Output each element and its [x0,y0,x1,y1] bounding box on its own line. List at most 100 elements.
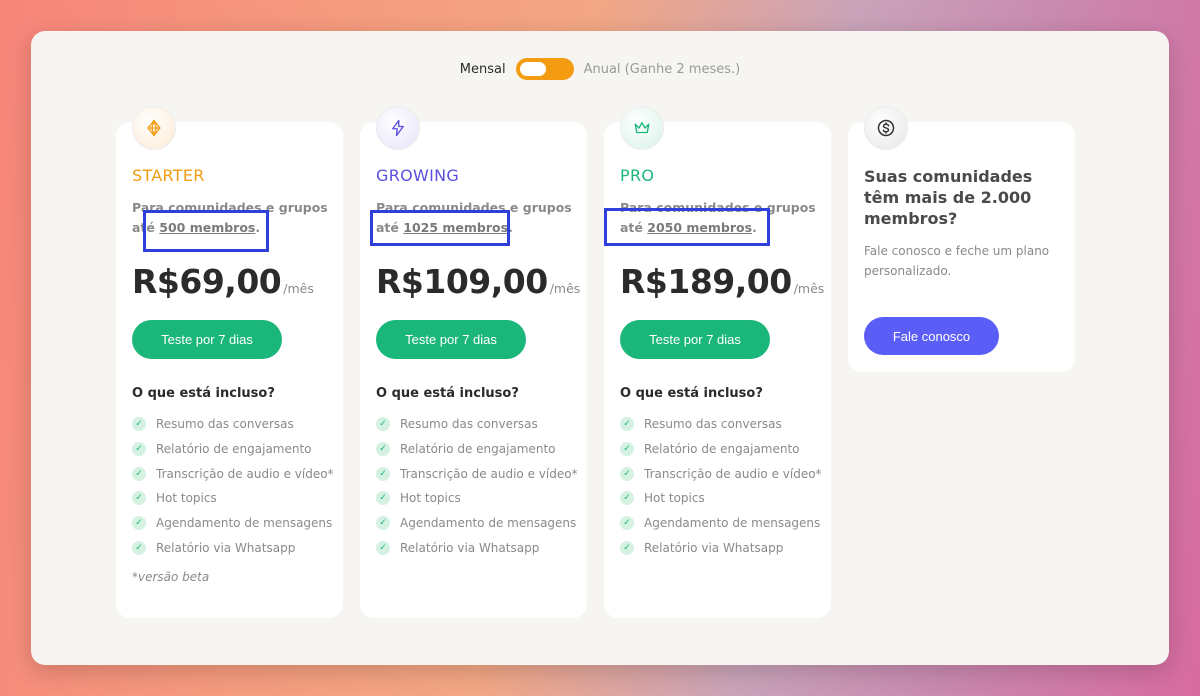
check-icon: ✓ [376,466,390,481]
feature-label: Relatório de engajamento [644,442,800,457]
check-icon: ✓ [620,442,634,457]
billing-toggle-row: Mensal Anual (Ganhe 2 meses.) [0,58,1200,80]
included-title: O que está incluso? [132,386,275,401]
feature-list: ✓ Resumo das conversas ✓ Relatório de enga… [620,412,822,560]
crown-icon [620,106,664,150]
feature-label: Resumo das conversas [156,417,294,432]
plan-description-suffix: . [752,220,757,235]
plan-name: PRO [620,166,655,185]
trial-button[interactable]: Teste por 7 dias [620,320,770,359]
plan-name: STARTER [132,166,205,185]
price-period: /mês [283,281,314,296]
check-icon: ✓ [620,466,634,481]
feature-label: Hot topics [400,491,461,506]
check-icon: ✓ [132,516,146,531]
check-icon: ✓ [376,417,390,432]
feature-label: Agendamento de mensagens [644,516,821,531]
list-item: ✓ Relatório de engajamento [132,437,334,462]
plan-card-starter: STARTER Para comunidades e grupos até 50… [116,106,343,618]
annual-label[interactable]: Anual (Ganhe 2 meses.) [584,62,741,77]
plan-name: GROWING [376,166,460,185]
toggle-knob [519,62,546,76]
members-link[interactable]: 500 membros [159,220,255,235]
list-item: ✓ Relatório de engajamento [620,437,822,462]
plan-card-pro: PRO Para comunidades e grupos até 2050 m… [604,106,831,618]
feature-label: Relatório via Whatsapp [400,540,540,555]
list-item: ✓ Relatório de engajamento [376,437,578,462]
feature-label: Relatório via Whatsapp [156,540,296,555]
check-icon: ✓ [132,466,146,481]
diamond-icon [132,106,176,150]
check-icon: ✓ [132,491,146,506]
list-item: ✓ Transcrição de audio e vídeo* [620,461,822,486]
feature-label: Resumo das conversas [644,417,782,432]
plan-price: R$69,00 /mês [132,262,314,301]
feature-label: Relatório de engajamento [400,442,556,457]
list-item: ✓ Resumo das conversas [376,412,578,437]
included-title: O que está incluso? [620,386,763,401]
plan-description-suffix: . [508,220,513,235]
feature-label: Hot topics [644,491,705,506]
check-icon: ✓ [376,491,390,506]
price-period: /mês [549,281,581,296]
enterprise-card: Suas comunidades têm mais de 2.000 membr… [848,106,1075,372]
feature-label: Agendamento de mensagens [400,516,577,531]
check-icon: ✓ [376,442,390,457]
check-icon: ✓ [620,540,634,555]
plan-description-suffix: . [255,220,261,235]
plan-description: Para comunidades e grupos até 2050 membr… [620,198,820,238]
check-icon: ✓ [132,417,146,432]
feature-label: Relatório de engajamento [156,442,312,457]
check-icon: ✓ [620,516,634,531]
check-icon: ✓ [376,516,390,531]
feature-label: Resumo das conversas [400,417,538,432]
trial-button[interactable]: Teste por 7 dias [376,320,526,359]
billing-toggle-switch[interactable] [515,58,574,80]
list-item: ✓ Agendamento de mensagens [620,511,822,536]
feature-list: ✓ Resumo das conversas ✓ Relatório de enga… [132,412,334,560]
included-title: O que está incluso? [376,386,519,401]
list-item: ✓ Hot topics [620,486,822,511]
list-item: ✓ Transcrição de audio e vídeo* [376,461,578,486]
list-item: ✓ Hot topics [376,486,578,511]
list-item: ✓ Transcrição de audio e vídeo* [132,461,334,486]
members-link[interactable]: 1025 membros [403,220,508,235]
feature-label: Transcrição de audio e vídeo* [400,466,578,481]
plan-description: Para comunidades e grupos até 500 membro… [132,198,332,238]
price-amount: R$109,00 [376,262,548,301]
members-link[interactable]: 2050 membros [647,220,752,235]
price-amount: R$69,00 [132,262,282,301]
list-item: ✓ Relatório via Whatsapp [132,535,334,560]
list-item: ✓ Relatório via Whatsapp [376,535,578,560]
price-amount: R$189,00 [620,262,792,301]
dollar-coin-icon [864,106,908,150]
feature-label: Agendamento de mensagens [156,516,333,531]
list-item: ✓ Resumo das conversas [132,412,334,437]
enterprise-description: Fale conosco e feche um plano personaliz… [864,244,1050,278]
check-icon: ✓ [620,417,634,432]
feature-label: Transcrição de audio e vídeo* [644,466,822,481]
list-item: ✓ Agendamento de mensagens [132,511,334,536]
check-icon: ✓ [620,491,634,506]
list-item: ✓ Agendamento de mensagens [376,511,578,536]
plan-card-growing: GROWING Para comunidades e grupos até 10… [360,106,587,618]
check-icon: ✓ [132,442,146,457]
feature-label: Relatório via Whatsapp [644,540,784,555]
beta-note: *versão beta [132,570,210,584]
plan-description: Para comunidades e grupos até 1025 membr… [376,198,576,238]
trial-button[interactable]: Teste por 7 dias [132,320,282,359]
check-icon: ✓ [132,540,146,555]
monthly-label[interactable]: Mensal [460,62,506,77]
feature-list: ✓ Resumo das conversas ✓ Relatório de enga… [376,412,578,560]
plan-price: R$109,00 /mês [376,262,580,301]
list-item: ✓ Relatório via Whatsapp [620,535,822,560]
feature-label: Hot topics [156,491,217,506]
plan-price: R$189,00 /mês [620,262,824,301]
feature-label: Transcrição de audio e vídeo* [156,466,334,481]
list-item: ✓ Resumo das conversas [620,412,822,437]
check-icon: ✓ [376,540,390,555]
price-period: /mês [793,281,825,296]
list-item: ✓ Hot topics [132,486,334,511]
contact-button[interactable]: Fale conosco [864,317,999,355]
enterprise-title: Suas comunidades têm mais de 2.000 membr… [864,167,1033,228]
